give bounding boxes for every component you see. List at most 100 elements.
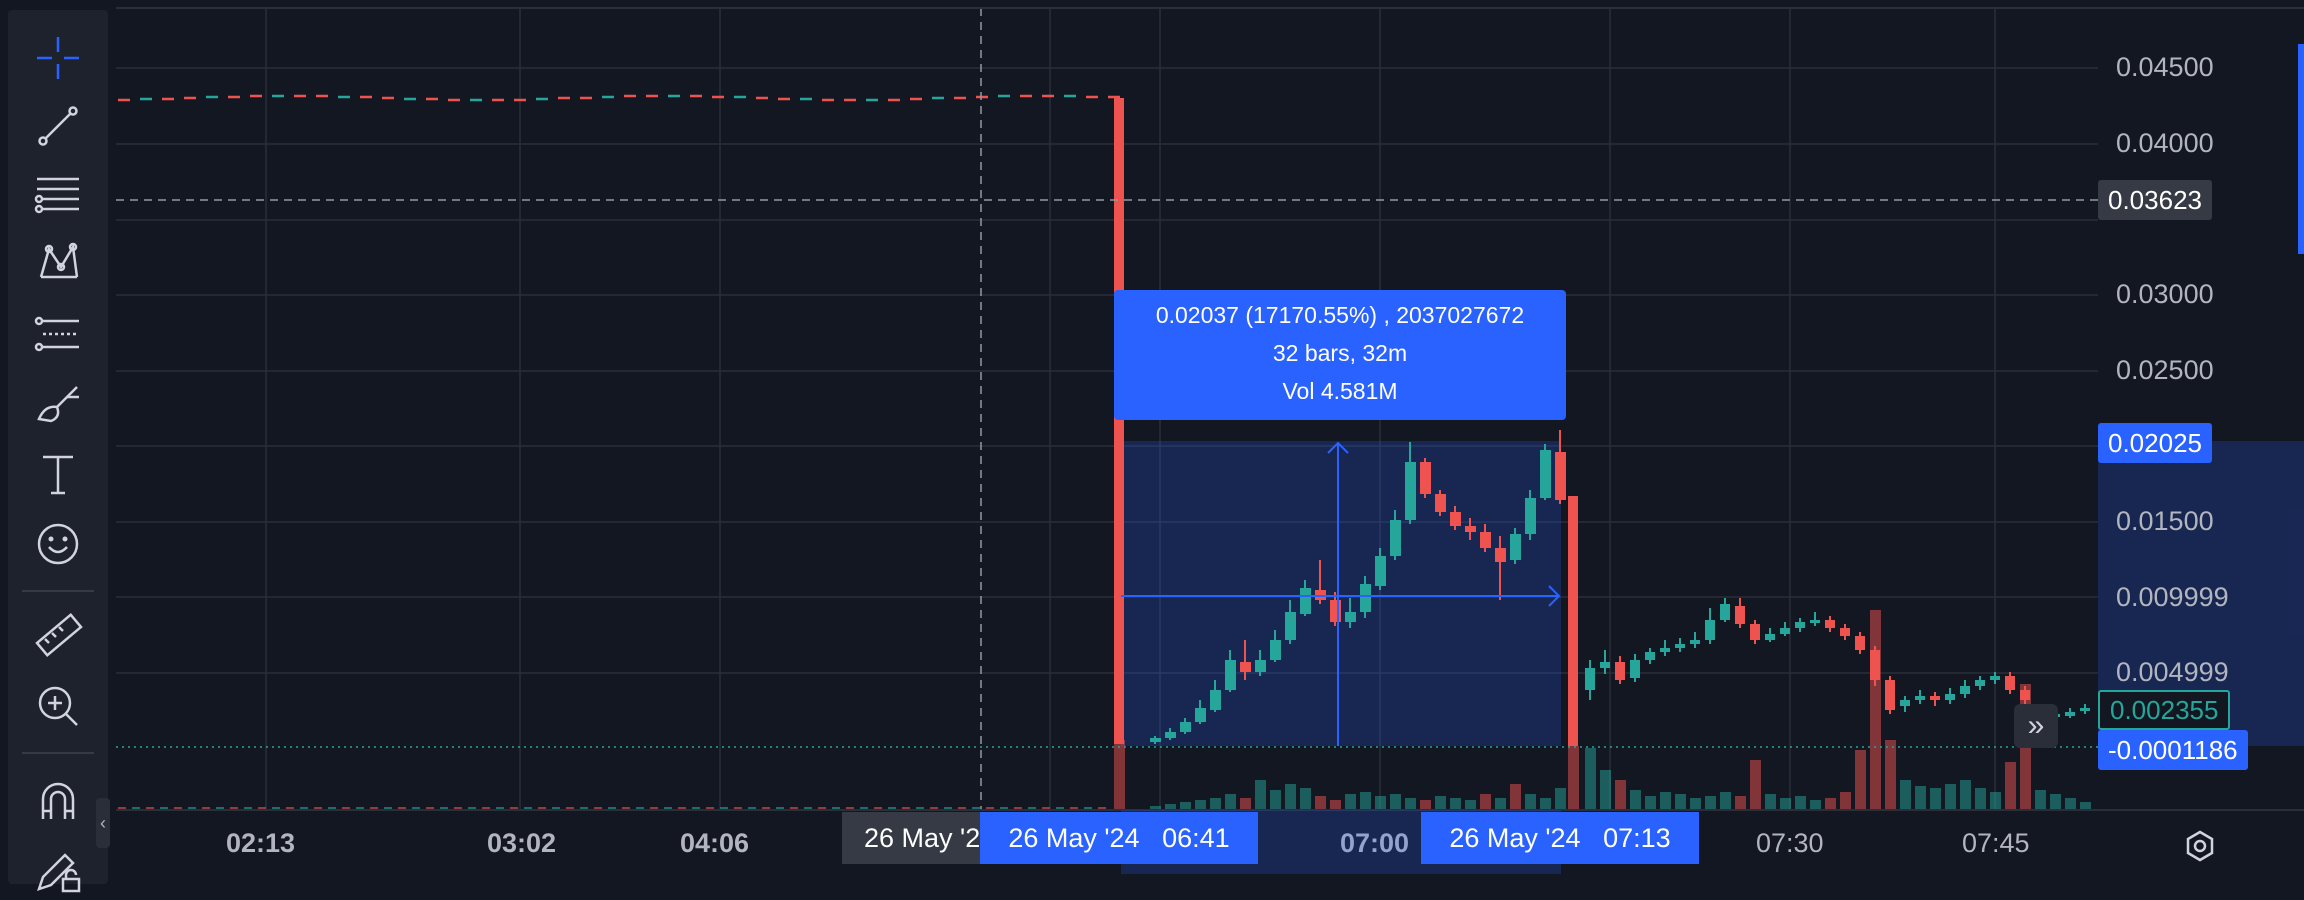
price-label: 0.02500 — [2116, 355, 2214, 385]
candle — [2020, 690, 2030, 700]
volume-bar — [1568, 746, 1579, 810]
candles — [118, 94, 2090, 746]
gear-icon[interactable] — [2180, 826, 2220, 866]
volume-bar — [1690, 798, 1701, 810]
candle — [1510, 534, 1521, 560]
candle — [1720, 604, 1730, 620]
scroll-to-realtime-button[interactable]: » — [2014, 704, 2058, 748]
time-label: 07:30 — [1756, 828, 1824, 858]
volume-bar — [1765, 794, 1776, 810]
volume-bar — [1525, 794, 1536, 810]
candle — [1390, 520, 1401, 556]
volume-bar — [1930, 788, 1941, 810]
volume-bar — [1480, 794, 1491, 810]
volume-bar — [1360, 792, 1371, 810]
measure-start-time-badge: 26 May '24 06:41 — [980, 812, 1258, 864]
measure-end-time-badge: 26 May '24 07:13 — [1421, 812, 1699, 864]
candle — [1255, 660, 1266, 672]
price-label: 0.01500 — [2116, 506, 2214, 536]
time-label: 04:06 — [680, 828, 750, 858]
candle — [1615, 662, 1625, 680]
volume-bar — [1270, 790, 1281, 810]
candle — [1480, 532, 1491, 548]
candle — [1960, 686, 1970, 694]
time-label: 03:02 — [487, 828, 557, 858]
candle — [1765, 634, 1775, 640]
candle — [1225, 660, 1236, 690]
measure-tooltip-change: 0.02037 (17170.55%) , 2037027672 — [1155, 302, 1525, 328]
candle — [1600, 662, 1610, 668]
volume-bar — [1345, 794, 1356, 810]
volume-bar — [1390, 794, 1401, 810]
volume-bar — [1465, 800, 1476, 810]
scroll-glyph: » — [2027, 709, 2045, 742]
volume-bar — [1315, 796, 1326, 810]
volume-bar — [2035, 790, 2046, 810]
measure-tooltip-volume: Vol 4.581M — [1282, 378, 1398, 404]
volume-bar — [1885, 740, 1896, 810]
volume-bar — [2065, 798, 2076, 810]
volume-bar — [1615, 780, 1626, 810]
volume-bar — [1330, 800, 1341, 810]
time-label: 07:45 — [1962, 828, 2030, 858]
candle — [1330, 600, 1341, 622]
candle — [1568, 496, 1578, 746]
measure-top-price-badge: 0.02025 — [2098, 423, 2212, 463]
time-label: 02:13 — [226, 828, 296, 858]
candle — [1900, 700, 1910, 706]
candle — [1465, 526, 1476, 532]
volume-bar — [1780, 798, 1791, 810]
volume-bar — [1435, 796, 1446, 810]
volume-bar — [1855, 750, 1866, 810]
candle — [1915, 696, 1925, 700]
candle — [1930, 696, 1940, 700]
volume-bar — [1195, 800, 1206, 810]
candle — [1150, 738, 1161, 742]
volume-bar — [1495, 798, 1506, 810]
crosshair-time-badge: 26 May '2 — [842, 812, 982, 864]
volume-bar — [1300, 788, 1311, 810]
volume-bar — [1750, 760, 1761, 810]
candle — [1540, 450, 1551, 498]
candle — [1360, 584, 1371, 612]
volume-bar — [1255, 780, 1266, 810]
volume-bar — [2005, 762, 2016, 810]
chart-grid — [116, 8, 2098, 810]
candle — [1375, 556, 1386, 586]
last-price-badge: 0.002355 — [2098, 690, 2231, 730]
volume-bar — [1900, 780, 1911, 810]
candle — [2005, 676, 2015, 690]
volume-bar — [1375, 796, 1386, 810]
candle — [1990, 676, 2000, 680]
candle — [2065, 712, 2075, 716]
measure-tooltip-bars: 32 bars, 32m — [1272, 340, 1408, 366]
candle — [1240, 662, 1251, 672]
measure-area — [1121, 441, 1561, 746]
volume-bar — [1540, 798, 1551, 810]
candle — [1870, 650, 1880, 680]
volume-bar — [1510, 784, 1521, 810]
candle — [1780, 628, 1790, 634]
volume-bar — [1285, 784, 1296, 810]
candle — [1825, 620, 1835, 628]
candle — [1705, 620, 1715, 640]
candle — [1270, 640, 1281, 660]
candle — [1114, 98, 1124, 744]
candle — [1585, 668, 1595, 690]
candle — [1675, 644, 1685, 648]
candle — [1645, 652, 1655, 660]
right-edge-accent — [2298, 44, 2304, 254]
candle — [1885, 680, 1895, 710]
candle — [1195, 708, 1206, 722]
volume-bar — [1975, 788, 1986, 810]
volume-bar — [1405, 798, 1416, 810]
price-chart[interactable] — [0, 0, 2304, 884]
volume-bar — [1555, 788, 1566, 810]
candle — [1450, 512, 1461, 526]
candle — [1735, 606, 1745, 624]
volume-bar — [1825, 798, 1836, 810]
volume-bar — [1210, 798, 1221, 810]
volume-bar — [1870, 610, 1881, 810]
price-label: 0.04500 — [2116, 52, 2214, 82]
volume-bar — [1675, 794, 1686, 810]
